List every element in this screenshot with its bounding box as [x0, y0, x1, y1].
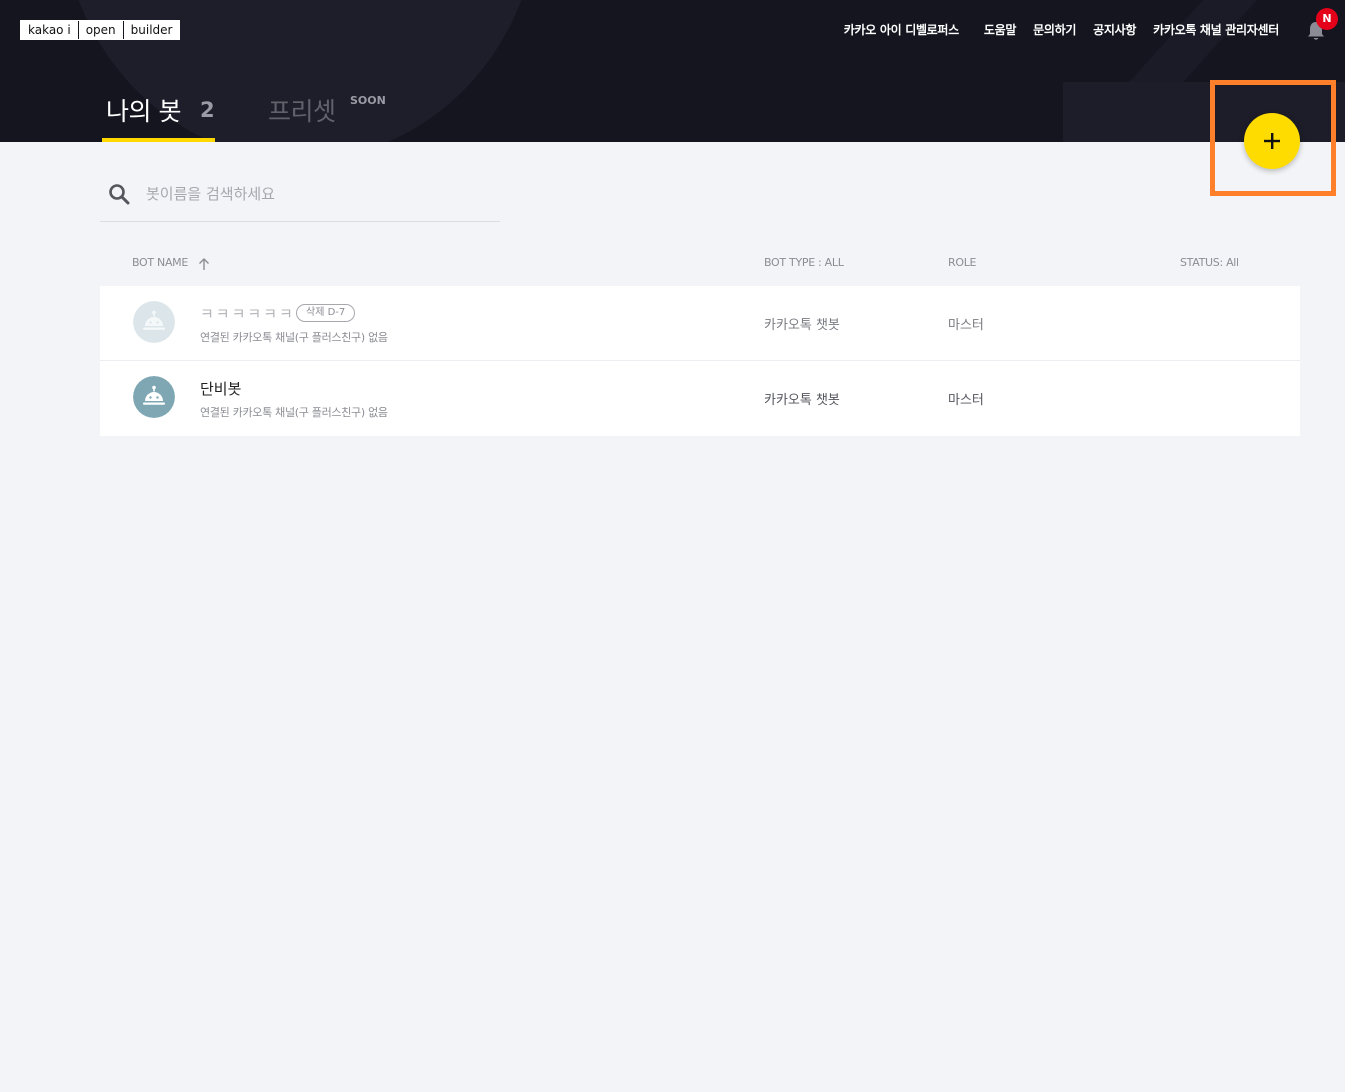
search-input[interactable] [146, 180, 486, 208]
my-bots-count: 2 [200, 98, 215, 122]
bot-type: 카카오톡 챗봇 [764, 393, 840, 408]
column-header-bot-name[interactable]: BOT NAME [132, 256, 188, 269]
bot-avatar-icon [133, 376, 175, 418]
search-icon [109, 184, 130, 205]
active-tab-indicator [102, 138, 215, 142]
nav-inquiry[interactable]: 문의하기 [1033, 21, 1076, 38]
bot-type: 카카오톡 챗봇 [764, 318, 840, 333]
sort-ascending-icon[interactable] [198, 257, 210, 271]
preset-soon-tag: SOON [350, 94, 386, 107]
tab-my-bots[interactable]: 나의 봇 2 [102, 88, 215, 142]
linked-channel-status: 연결된 카카오톡 채널(구 플러스친구) 없음 [200, 331, 388, 344]
nav-notices[interactable]: 공지사항 [1093, 21, 1136, 38]
bot-name[interactable]: ㅋㅋㅋㅋㅋㅋ [200, 303, 295, 324]
linked-channel-status: 연결된 카카오톡 채널(구 플러스친구) 없음 [200, 406, 388, 419]
tab-my-bots-label: 나의 봇 [106, 97, 181, 126]
bot-search [100, 172, 500, 222]
logo-part-builder: builder [130, 23, 173, 37]
top-navigation: 카카오 아이 디벨로퍼스 도움말 문의하기 공지사항 카카오톡 채널 관리자센터 [827, 21, 1280, 38]
logo-part-open: open [79, 21, 124, 39]
table-row[interactable]: ㅋㅋㅋㅋㅋㅋ 삭제 D-7 연결된 카카오톡 채널(구 플러스친구) 없음 카카… [100, 286, 1300, 361]
top-header: kakao i open builder 카카오 아이 디벨로퍼스 도움말 문의… [0, 0, 1345, 142]
column-header-status[interactable]: STATUS: All [1180, 256, 1239, 269]
nav-kakao-i-developers[interactable]: 카카오 아이 디벨로퍼스 [844, 21, 959, 38]
bot-avatar-icon [133, 301, 175, 343]
tab-preset[interactable]: 프리셋 SOON [268, 92, 386, 128]
column-header-bot-type[interactable]: BOT TYPE : ALL [764, 256, 844, 269]
deletion-badge: 삭제 D-7 [296, 304, 356, 322]
nav-help[interactable]: 도움말 [984, 21, 1017, 38]
bot-name[interactable]: 단비봇 [200, 378, 241, 399]
column-header-role: ROLE [948, 256, 977, 269]
table-row[interactable]: 단비봇 연결된 카카오톡 채널(구 플러스친구) 없음 카카오톡 챗봇 마스터 [100, 361, 1300, 436]
tab-preset-label: 프리셋 [268, 97, 336, 126]
add-bot-button[interactable] [1244, 113, 1300, 169]
bot-role: 마스터 [948, 318, 984, 333]
kakao-open-builder-logo[interactable]: kakao i open builder [20, 20, 181, 40]
bot-role: 마스터 [948, 393, 984, 408]
nav-channel-admin-center[interactable]: 카카오톡 채널 관리자센터 [1153, 21, 1279, 38]
bot-list: ㅋㅋㅋㅋㅋㅋ 삭제 D-7 연결된 카카오톡 채널(구 플러스친구) 없음 카카… [100, 286, 1300, 436]
logo-part-kakao-i: kakao i [21, 21, 79, 39]
notification-badge: N [1316, 8, 1338, 30]
plus-icon [1264, 133, 1280, 149]
